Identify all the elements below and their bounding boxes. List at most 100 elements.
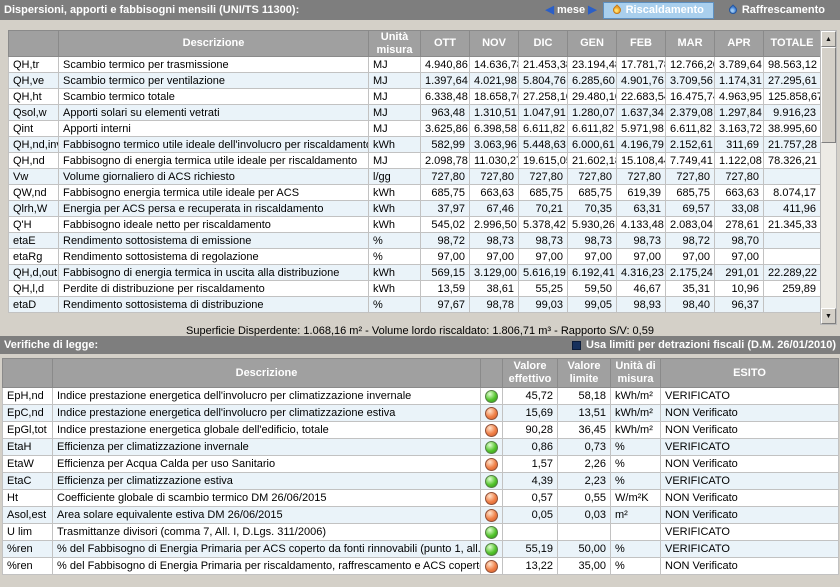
row-valore-limite: 0,73	[558, 439, 611, 456]
monthly-table-row[interactable]: QH,d,outFabbisogno di energia termica in…	[9, 265, 821, 281]
previous-month-arrow-icon[interactable]: ◀	[546, 5, 554, 16]
monthly-table-row[interactable]: QH,nd,invFabbisogno termico utile ideale…	[9, 137, 821, 153]
row-month-value: 96,37	[715, 297, 764, 313]
row-month-value: 4.196,79	[617, 137, 666, 153]
monthly-table-row[interactable]: QH,veScambio termico per ventilazioneMJ1…	[9, 73, 821, 89]
row-month-value: 1.397,64	[421, 73, 470, 89]
row-month-value: 4.963,95	[715, 89, 764, 105]
row-valore-effettivo: 13,22	[503, 558, 558, 575]
next-month-arrow-icon[interactable]: ▶	[588, 5, 596, 16]
row-total-value	[764, 297, 821, 313]
riscaldamento-button[interactable]: Riscaldamento	[603, 2, 714, 19]
monthly-table-row[interactable]: Q'HFabbisogno ideale netto per riscaldam…	[9, 217, 821, 233]
verifiche-table-row[interactable]: EtaWEfficienza per Acqua Calda per uso S…	[3, 456, 839, 473]
row-month-value: 69,57	[666, 201, 715, 217]
row-total-value: 38.995,60	[764, 121, 821, 137]
row-month-value: 12.766,20	[666, 57, 715, 73]
verifiche-table-row[interactable]: EpC,ndIndice prestazione energetica dell…	[3, 405, 839, 422]
row-month-value: 5.971,98	[617, 121, 666, 137]
verifiche-table-row[interactable]: %ren% del Fabbisogno di Energia Primaria…	[3, 541, 839, 558]
row-description: Apporti solari su elementi vetrati	[59, 105, 369, 121]
verifiche-column-header: Valore limite	[558, 359, 611, 388]
row-valore-limite: 0,03	[558, 507, 611, 524]
monthly-table-row[interactable]: etaDRendimento sottosistema di distribuz…	[9, 297, 821, 313]
row-description: Volume giornaliero di ACS richiesto	[59, 169, 369, 185]
row-month-value: 5.616,19	[519, 265, 568, 281]
monthly-table-row[interactable]: QW,ndFabbisogno energia termica utile id…	[9, 185, 821, 201]
row-unit: kWh	[369, 217, 421, 233]
status-orange-light-icon	[485, 407, 498, 420]
row-esito: VERIFICATO	[661, 439, 839, 456]
use-fiscal-limits-checkbox-group[interactable]: Usa limiti per detrazioni fiscali (D.M. …	[572, 339, 836, 351]
monthly-table-row[interactable]: etaERendimento sottosistema di emissione…	[9, 233, 821, 249]
monthly-table-row[interactable]: etaRgRendimento sottosistema di regolazi…	[9, 249, 821, 265]
row-status-cell	[481, 456, 503, 473]
verifiche-table-row[interactable]: Asol,estArea solare equivalente estiva D…	[3, 507, 839, 524]
scroll-up-arrow-icon[interactable]: ▲	[821, 31, 836, 47]
row-month-value: 685,75	[666, 185, 715, 201]
monthly-table-row[interactable]: QH,htScambio termico totaleMJ6.338,4818.…	[9, 89, 821, 105]
row-month-value: 685,75	[519, 185, 568, 201]
row-month-value: 3.129,00	[470, 265, 519, 281]
row-month-value: 278,61	[715, 217, 764, 233]
row-month-value: 97,00	[421, 249, 470, 265]
scroll-down-arrow-icon[interactable]: ▼	[821, 308, 836, 324]
verifiche-column-header	[3, 359, 53, 388]
row-unit: kWh	[369, 265, 421, 281]
row-month-value: 4.940,86	[421, 57, 470, 73]
row-month-value: 569,15	[421, 265, 470, 281]
row-month-value: 67,46	[470, 201, 519, 217]
row-month-value: 5.804,76	[519, 73, 568, 89]
row-description: Coefficiente globale di scambio termico …	[53, 490, 481, 507]
row-esito: VERIFICATO	[661, 541, 839, 558]
verifiche-table-row[interactable]: U limTrasmittanze divisori (comma 7, All…	[3, 524, 839, 541]
row-valore-effettivo: 45,72	[503, 388, 558, 405]
row-esito: VERIFICATO	[661, 388, 839, 405]
row-month-value: 21.602,18	[568, 153, 617, 169]
row-month-value: 3.789,64	[715, 57, 764, 73]
row-code: QH,tr	[9, 57, 59, 73]
row-month-value: 10,96	[715, 281, 764, 297]
monthly-section-bar: Dispersioni, apporti e fabbisogni mensil…	[0, 0, 840, 20]
row-unit: MJ	[369, 89, 421, 105]
row-unit: %	[369, 233, 421, 249]
verifiche-table-row[interactable]: EpGl,totIndice prestazione energetica gl…	[3, 422, 839, 439]
monthly-table-row[interactable]: QintApporti interniMJ3.625,866.398,586.6…	[9, 121, 821, 137]
monthly-table-row[interactable]: Qlrh,WEnergia per ACS persa e recuperata…	[9, 201, 821, 217]
row-month-value: 963,48	[421, 105, 470, 121]
row-valore-effettivo: 0,57	[503, 490, 558, 507]
row-total-value: 125.858,67	[764, 89, 821, 105]
row-month-value: 663,63	[470, 185, 519, 201]
row-month-value: 70,21	[519, 201, 568, 217]
raffrescamento-button[interactable]: Raffrescamento	[720, 2, 834, 19]
monthly-table-row[interactable]: Qsol,wApporti solari su elementi vetrati…	[9, 105, 821, 121]
monthly-table-row[interactable]: QH,ndFabbisogno di energia termica utile…	[9, 153, 821, 169]
row-month-value: 6.192,41	[568, 265, 617, 281]
row-valore-effettivo: 1,57	[503, 456, 558, 473]
verifiche-table-row[interactable]: EtaCEfficienza per climatizzazione estiv…	[3, 473, 839, 490]
verifiche-table-row[interactable]: %ren% del Fabbisogno di Energia Primaria…	[3, 558, 839, 575]
row-unit: %	[369, 249, 421, 265]
row-month-value: 1.047,91	[519, 105, 568, 121]
monthly-table-row[interactable]: QH,l,dPerdite di distribuzione per risca…	[9, 281, 821, 297]
row-unit: MJ	[369, 57, 421, 73]
row-code: QH,l,d	[9, 281, 59, 297]
monthly-table-row[interactable]: QH,trScambio termico per trasmissioneMJ4…	[9, 57, 821, 73]
row-month-value: 97,00	[666, 249, 715, 265]
row-unita-misura: kWh/m²	[611, 388, 661, 405]
verifiche-table-row[interactable]: HtCoefficiente globale di scambio termic…	[3, 490, 839, 507]
verifiche-table-row[interactable]: EtaHEfficienza per climatizzazione inver…	[3, 439, 839, 456]
status-green-light-icon	[485, 390, 498, 403]
status-orange-light-icon	[485, 424, 498, 437]
row-status-cell	[481, 388, 503, 405]
row-month-value: 7.749,41	[666, 153, 715, 169]
row-unita-misura: %	[611, 439, 661, 456]
row-month-value: 6.611,82	[568, 121, 617, 137]
monthly-table-scrollbar[interactable]: ▲ ▼	[820, 30, 837, 325]
use-fiscal-limits-checkbox[interactable]	[572, 341, 581, 350]
row-month-value: 14.636,78	[470, 57, 519, 73]
monthly-table-row[interactable]: VwVolume giornaliero di ACS richiestol/g…	[9, 169, 821, 185]
verifiche-table-row[interactable]: EpH,ndIndice prestazione energetica dell…	[3, 388, 839, 405]
scrollbar-thumb[interactable]	[821, 47, 836, 143]
row-unita-misura: %	[611, 456, 661, 473]
